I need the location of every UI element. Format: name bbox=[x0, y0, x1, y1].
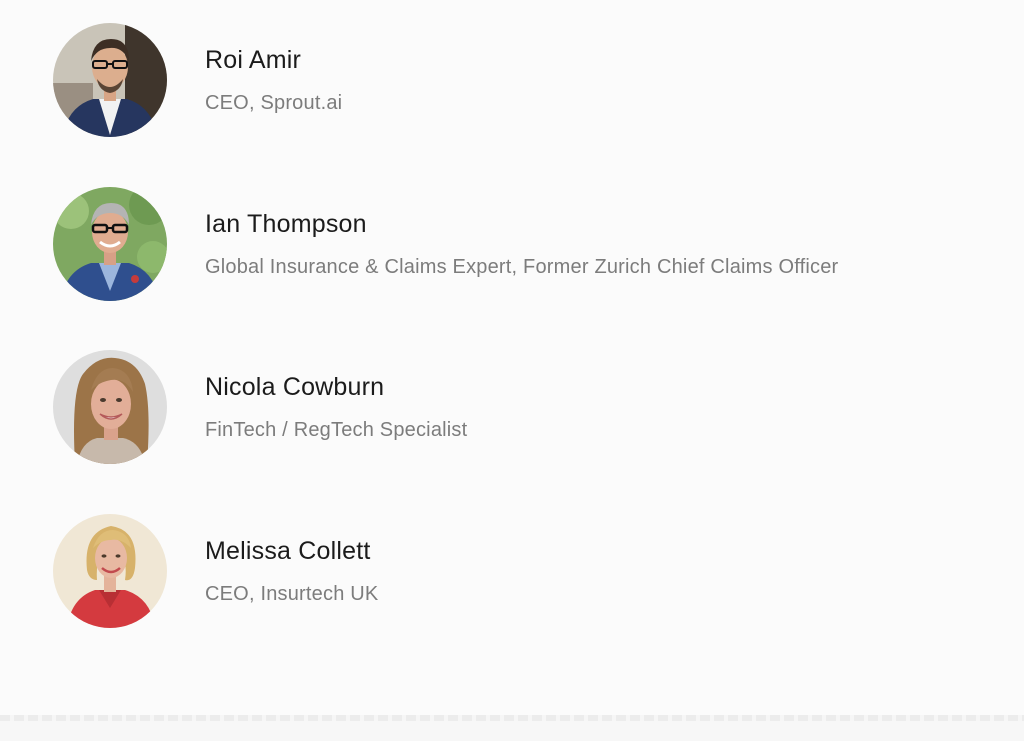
speaker-role: CEO, Sprout.ai bbox=[205, 92, 343, 114]
woman-long-hair-portrait-icon bbox=[53, 350, 167, 464]
speaker-name: Melissa Collett bbox=[205, 537, 371, 565]
speaker-avatar bbox=[53, 23, 167, 137]
speaker-card: Roi Amir CEO, Sprout.ai bbox=[53, 23, 993, 137]
footer-band bbox=[0, 721, 1024, 741]
speaker-role: Global Insurance & Claims Expert, Former… bbox=[205, 256, 839, 278]
speaker-avatar bbox=[53, 514, 167, 628]
speaker-name: Nicola Cowburn bbox=[205, 373, 385, 401]
man-glasses-navy-blazer-portrait-icon bbox=[53, 23, 167, 137]
man-glasses-blue-suit-portrait-icon bbox=[53, 187, 167, 301]
speaker-role: CEO, Insurtech UK bbox=[205, 583, 379, 605]
speaker-avatar bbox=[53, 187, 167, 301]
speaker-avatar bbox=[53, 350, 167, 464]
speaker-card: Nicola Cowburn FinTech / RegTech Special… bbox=[53, 350, 993, 464]
speaker-name: Roi Amir bbox=[205, 46, 302, 74]
speaker-card: Melissa Collett CEO, Insurtech UK bbox=[53, 514, 993, 628]
speaker-card: Ian Thompson Global Insurance & Claims E… bbox=[53, 187, 993, 301]
speaker-name: Ian Thompson bbox=[205, 210, 367, 238]
woman-blonde-red-jacket-portrait-icon bbox=[53, 514, 167, 628]
speaker-role: FinTech / RegTech Specialist bbox=[205, 419, 468, 441]
